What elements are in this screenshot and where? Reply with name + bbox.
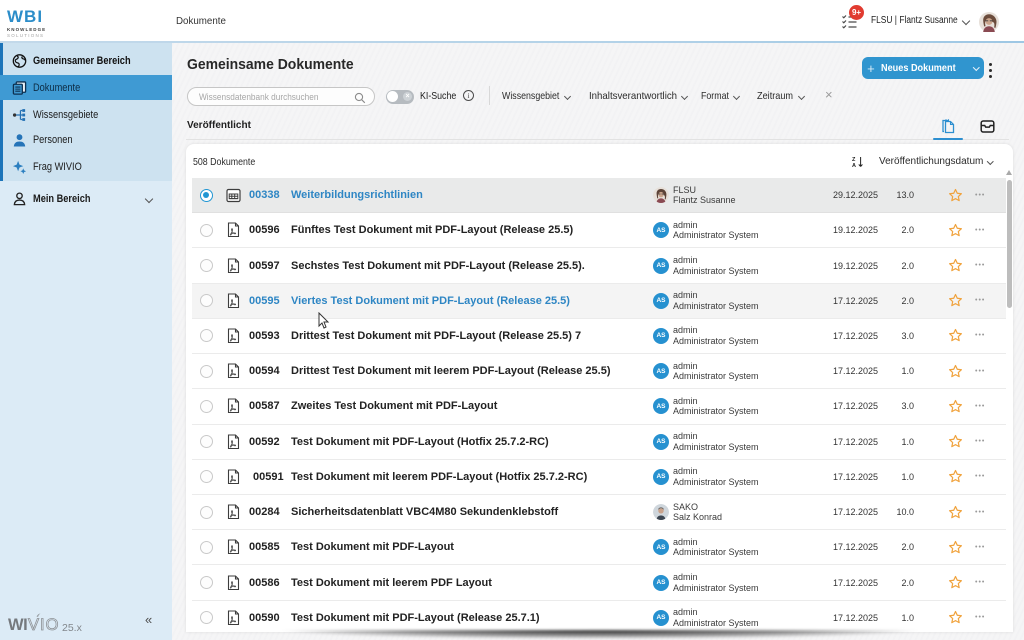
- svg-text:VIO: VIO: [28, 616, 59, 634]
- svg-text:25.x: 25.x: [62, 622, 83, 634]
- svg-text:WI: WI: [8, 616, 27, 634]
- svg-text:A: A: [852, 163, 856, 168]
